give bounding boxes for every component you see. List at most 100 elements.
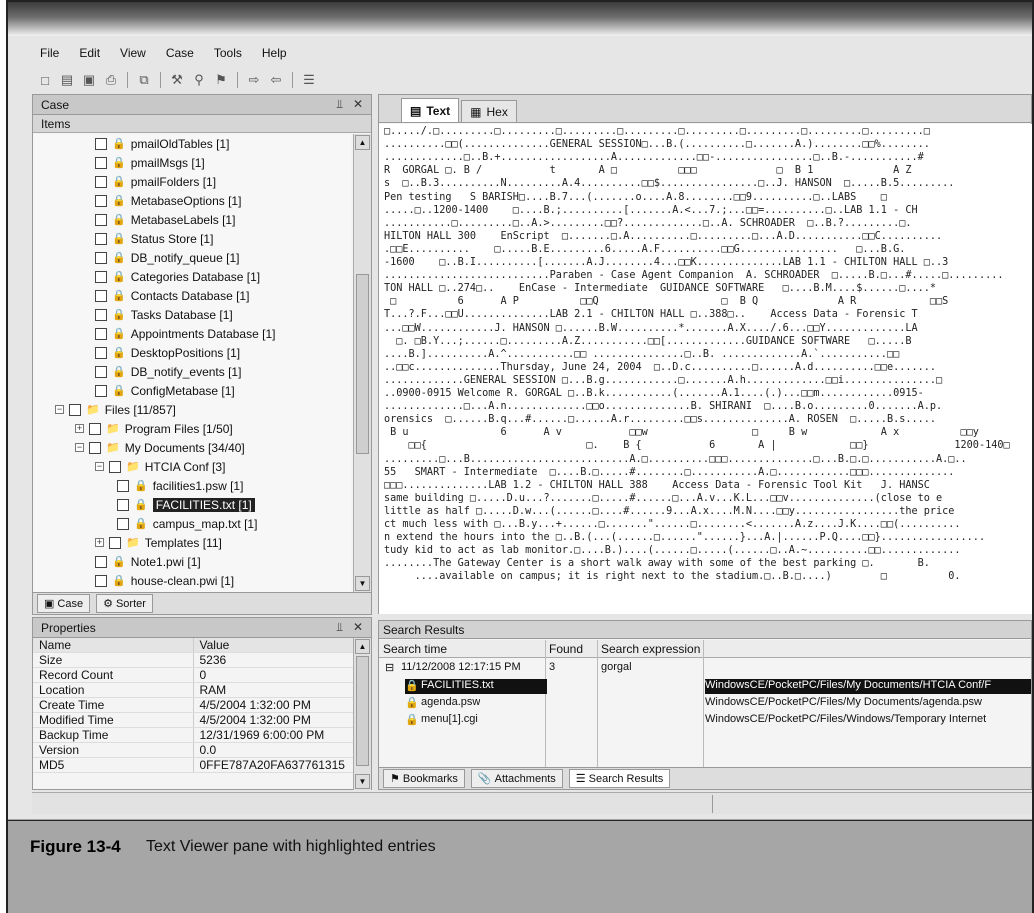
search-result-row[interactable]: 🔒 agenda.psw WindowsCE/PocketPC/Files/My D… bbox=[379, 694, 1031, 711]
column-header-value[interactable]: Value bbox=[193, 638, 355, 653]
properties-scrollbar[interactable]: ▲ ▼ bbox=[353, 638, 371, 790]
tree-item[interactable]: 🔒 DB_notify_events [1] bbox=[33, 362, 351, 381]
checkbox[interactable] bbox=[95, 232, 107, 245]
tree-item[interactable]: 🔒 Categories Database [1] bbox=[33, 267, 351, 286]
tab-case[interactable]: ▣ Case bbox=[37, 594, 91, 613]
scroll-down-icon[interactable]: ▼ bbox=[355, 576, 370, 591]
column-header-search-time[interactable]: Search time bbox=[383, 642, 447, 656]
checkbox[interactable] bbox=[95, 289, 107, 302]
search-icon[interactable]: ⚲ bbox=[190, 71, 208, 89]
tree-item[interactable]: 🔒 Note1.pwi [1] bbox=[33, 552, 351, 571]
search-result-row[interactable]: 🔒 FACILITIES.txt WindowsCE/PocketPC/Files/… bbox=[379, 677, 1031, 694]
scroll-up-icon[interactable]: ▲ bbox=[355, 639, 370, 654]
checkbox[interactable] bbox=[95, 194, 107, 207]
options-icon[interactable]: ☰ bbox=[300, 71, 318, 89]
search-result-row[interactable]: 🔒 menu[1].cgi WindowsCE/PocketPC/Files/Win… bbox=[379, 711, 1031, 728]
column-header-name[interactable]: Name bbox=[33, 638, 194, 653]
tree-item[interactable]: − 📁 HTCIA Conf [3] bbox=[33, 457, 351, 476]
tab-text[interactable]: ▤ Text bbox=[401, 98, 460, 122]
checkbox[interactable] bbox=[95, 555, 107, 568]
tab-attachments[interactable]: 📎 Attachments bbox=[470, 769, 563, 788]
tree-item[interactable]: 🔒 Status Store [1] bbox=[33, 229, 351, 248]
prev-icon[interactable]: ⇦ bbox=[267, 71, 285, 89]
tree-item[interactable]: − 📁 Files [11/857] bbox=[33, 400, 351, 419]
tree-item[interactable]: 🔒 FACILITIES.txt [1] bbox=[33, 495, 351, 514]
checkbox[interactable] bbox=[69, 403, 81, 416]
property-row[interactable]: Location RAM bbox=[33, 682, 355, 698]
menu-file[interactable]: File bbox=[40, 46, 59, 60]
scroll-thumb[interactable] bbox=[356, 274, 369, 454]
checkbox[interactable] bbox=[95, 574, 107, 587]
property-row[interactable]: Record Count 0 bbox=[33, 667, 355, 683]
tree-item[interactable]: 🔒 Appointments Database [1] bbox=[33, 324, 351, 343]
property-row[interactable]: Create Time 4/5/2004 1:32:00 PM bbox=[33, 697, 355, 713]
checkbox[interactable] bbox=[117, 479, 129, 492]
search-group-row[interactable]: ⊟ 11/12/2008 12:17:15 PM 3 gorgal bbox=[379, 659, 1031, 676]
tree-item[interactable]: 🔒 Contacts Database [1] bbox=[33, 286, 351, 305]
property-row[interactable]: Size 5236 bbox=[33, 652, 355, 668]
tree-item[interactable]: 🔒 DesktopPositions [1] bbox=[33, 343, 351, 362]
close-icon[interactable]: ✕ bbox=[353, 97, 363, 112]
column-header-search-expression[interactable]: Search expression bbox=[601, 642, 700, 656]
collapse-icon[interactable]: ⊟ bbox=[385, 661, 394, 674]
menu-edit[interactable]: Edit bbox=[79, 46, 100, 60]
tab-search-results[interactable]: ☰ Search Results bbox=[568, 769, 671, 788]
checkbox[interactable] bbox=[95, 346, 107, 359]
tree-item[interactable]: 🔒 Tasks Database [1] bbox=[33, 305, 351, 324]
collapse-icon[interactable]: − bbox=[55, 405, 64, 414]
tree-item[interactable]: 🔒 pmailMsgs [1] bbox=[33, 153, 351, 172]
print-icon[interactable]: ⎙ bbox=[102, 71, 120, 89]
property-row[interactable]: Version 0.0 bbox=[33, 742, 355, 758]
menu-tools[interactable]: Tools bbox=[214, 46, 242, 60]
checkbox[interactable] bbox=[89, 441, 101, 454]
checkbox[interactable] bbox=[95, 251, 107, 264]
checkbox[interactable] bbox=[117, 517, 129, 530]
tab-bookmarks[interactable]: ⚑ Bookmarks bbox=[383, 769, 465, 788]
tree-item[interactable]: 🔒 facilities1.psw [1] bbox=[33, 476, 351, 495]
tree-item[interactable]: 🔒 house-clean.pwi [1] bbox=[33, 571, 351, 590]
checkbox[interactable] bbox=[95, 327, 107, 340]
pin-icon[interactable]: ⫫ bbox=[336, 620, 343, 635]
scroll-thumb[interactable] bbox=[356, 656, 369, 766]
checkbox[interactable] bbox=[89, 422, 101, 435]
menu-help[interactable]: Help bbox=[262, 46, 287, 60]
checkbox[interactable] bbox=[95, 156, 107, 169]
tree-item[interactable]: + 📁 Program Files [1/50] bbox=[33, 419, 351, 438]
expand-icon[interactable]: + bbox=[75, 424, 84, 433]
case-tree-scrollbar[interactable]: ▲ ▼ bbox=[353, 134, 371, 592]
checkbox[interactable] bbox=[95, 365, 107, 378]
property-row[interactable]: MD5 0FFE787A20FA637761315 bbox=[33, 757, 355, 773]
menu-case[interactable]: Case bbox=[166, 46, 194, 60]
tree-item[interactable]: − 📁 My Documents [34/40] bbox=[33, 438, 351, 457]
save-icon[interactable]: ▣ bbox=[80, 71, 98, 89]
checkbox[interactable] bbox=[95, 270, 107, 283]
tree-item[interactable]: 🔒 MetabaseOptions [1] bbox=[33, 191, 351, 210]
checkbox[interactable] bbox=[95, 137, 107, 150]
checkbox[interactable] bbox=[117, 498, 129, 511]
scroll-down-icon[interactable]: ▼ bbox=[355, 774, 370, 789]
checkbox[interactable] bbox=[95, 175, 107, 188]
new-icon[interactable]: □ bbox=[36, 71, 54, 89]
checkbox[interactable] bbox=[95, 213, 107, 226]
open-icon[interactable]: ▤ bbox=[58, 71, 76, 89]
tab-sorter[interactable]: ⚙ Sorter bbox=[96, 594, 153, 613]
find-icon[interactable]: ⚒ bbox=[168, 71, 186, 89]
tree-item[interactable]: + 📁 Templates [11] bbox=[33, 533, 351, 552]
property-row[interactable]: Modified Time 4/5/2004 1:32:00 PM bbox=[33, 712, 355, 728]
next-icon[interactable]: ⇨ bbox=[245, 71, 263, 89]
checkbox[interactable] bbox=[109, 536, 121, 549]
column-header-found[interactable]: Found bbox=[549, 642, 583, 656]
collapse-icon[interactable]: − bbox=[75, 443, 84, 452]
tree-item[interactable]: 🔒 pmailOldTables [1] bbox=[33, 134, 351, 153]
tree-item[interactable]: 🔒 ConfigMetabase [1] bbox=[33, 381, 351, 400]
expand-icon[interactable]: + bbox=[95, 538, 104, 547]
tree-item[interactable]: 🔒 campus_map.txt [1] bbox=[33, 514, 351, 533]
tab-hex[interactable]: ▦ Hex bbox=[461, 100, 517, 122]
bookmark-icon[interactable]: ⚑ bbox=[212, 71, 230, 89]
text-content[interactable]: □...../.□.........□.........□.........□.… bbox=[379, 124, 1032, 614]
scroll-up-icon[interactable]: ▲ bbox=[355, 135, 370, 150]
menu-view[interactable]: View bbox=[120, 46, 146, 60]
tree-item[interactable]: 🔒 DB_notify_queue [1] bbox=[33, 248, 351, 267]
tree-item[interactable]: 🔒 MetabaseLabels [1] bbox=[33, 210, 351, 229]
copy-icon[interactable]: ⧉ bbox=[135, 71, 153, 89]
